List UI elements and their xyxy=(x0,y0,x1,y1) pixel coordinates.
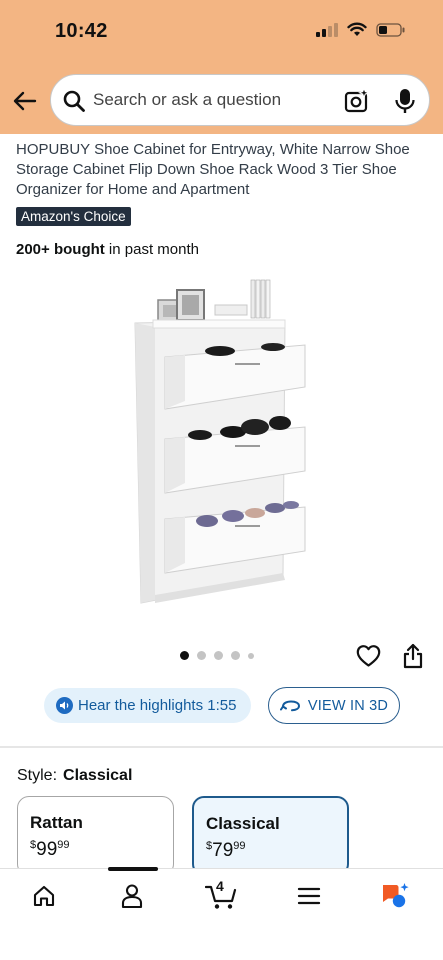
search-placeholder: Search or ask a question xyxy=(93,90,282,109)
play-audio-icon xyxy=(56,697,73,714)
bought-count: 200+ bought xyxy=(16,241,105,258)
status-bar: 10:42 xyxy=(0,0,443,66)
carousel-dot[interactable] xyxy=(248,652,254,659)
search-input[interactable]: Search or ask a question xyxy=(50,74,430,126)
hear-highlights-button[interactable]: Hear the highlights 1:55 xyxy=(44,688,251,723)
style-option-price: $9999 xyxy=(30,839,70,860)
carousel-dot[interactable] xyxy=(180,651,189,660)
carousel-dot[interactable] xyxy=(197,651,206,660)
carousel-dot[interactable] xyxy=(214,651,223,660)
style-selected-value: Classical xyxy=(63,767,133,784)
account-icon xyxy=(121,884,143,909)
status-time: 10:42 xyxy=(55,20,108,42)
rotate-3d-icon xyxy=(279,699,300,711)
style-option-price: $7999 xyxy=(206,840,246,861)
cellular-signal-icon xyxy=(316,22,338,37)
style-option-name: Rattan xyxy=(30,813,83,832)
search-icon xyxy=(63,90,85,112)
home-icon xyxy=(33,885,55,907)
view-in-3d-button[interactable]: VIEW IN 3D xyxy=(268,687,400,724)
wifi-icon xyxy=(347,22,367,37)
product-image[interactable] xyxy=(125,275,325,615)
tab-cart[interactable]: 4 xyxy=(202,878,242,912)
ai-assistant-icon xyxy=(383,883,409,908)
camera-icon[interactable] xyxy=(343,87,371,115)
bought-in-past-month: 200+ bought in past month xyxy=(16,241,199,258)
style-selector-label: Style: Classical xyxy=(17,767,132,785)
cart-count: 4 xyxy=(216,878,224,894)
app-header: 10:42 Search or ask a question xyxy=(0,0,443,134)
section-divider xyxy=(0,746,443,748)
product-title[interactable]: HOPUBUY Shoe Cabinet for Entryway, White… xyxy=(16,140,426,200)
carousel-dot[interactable] xyxy=(231,651,240,660)
tab-menu[interactable] xyxy=(289,880,329,912)
carousel-dots[interactable] xyxy=(180,651,254,660)
view-in-3d-label: VIEW IN 3D xyxy=(307,697,389,714)
battery-icon xyxy=(376,22,406,37)
heart-icon[interactable] xyxy=(356,644,381,668)
style-option-rattan[interactable]: Rattan $9999 xyxy=(17,796,174,876)
style-option-name: Classical xyxy=(206,814,280,833)
style-option-classical[interactable]: Classical $7999 xyxy=(192,796,349,876)
active-tab-indicator xyxy=(108,867,158,871)
back-arrow-icon[interactable] xyxy=(10,87,40,115)
style-label: Style: xyxy=(17,767,58,784)
tab-ai-assistant[interactable] xyxy=(376,880,416,912)
menu-icon xyxy=(297,887,321,905)
mic-icon[interactable] xyxy=(394,87,416,115)
status-icons xyxy=(316,22,406,37)
bought-suffix: in past month xyxy=(104,241,199,258)
hear-highlights-label: Hear the highlights 1:55 xyxy=(78,697,237,714)
tab-account[interactable] xyxy=(112,880,152,912)
share-icon[interactable] xyxy=(402,643,424,669)
amazons-choice-badge[interactable]: Amazon's Choice xyxy=(16,207,131,226)
tab-home[interactable] xyxy=(24,880,64,912)
